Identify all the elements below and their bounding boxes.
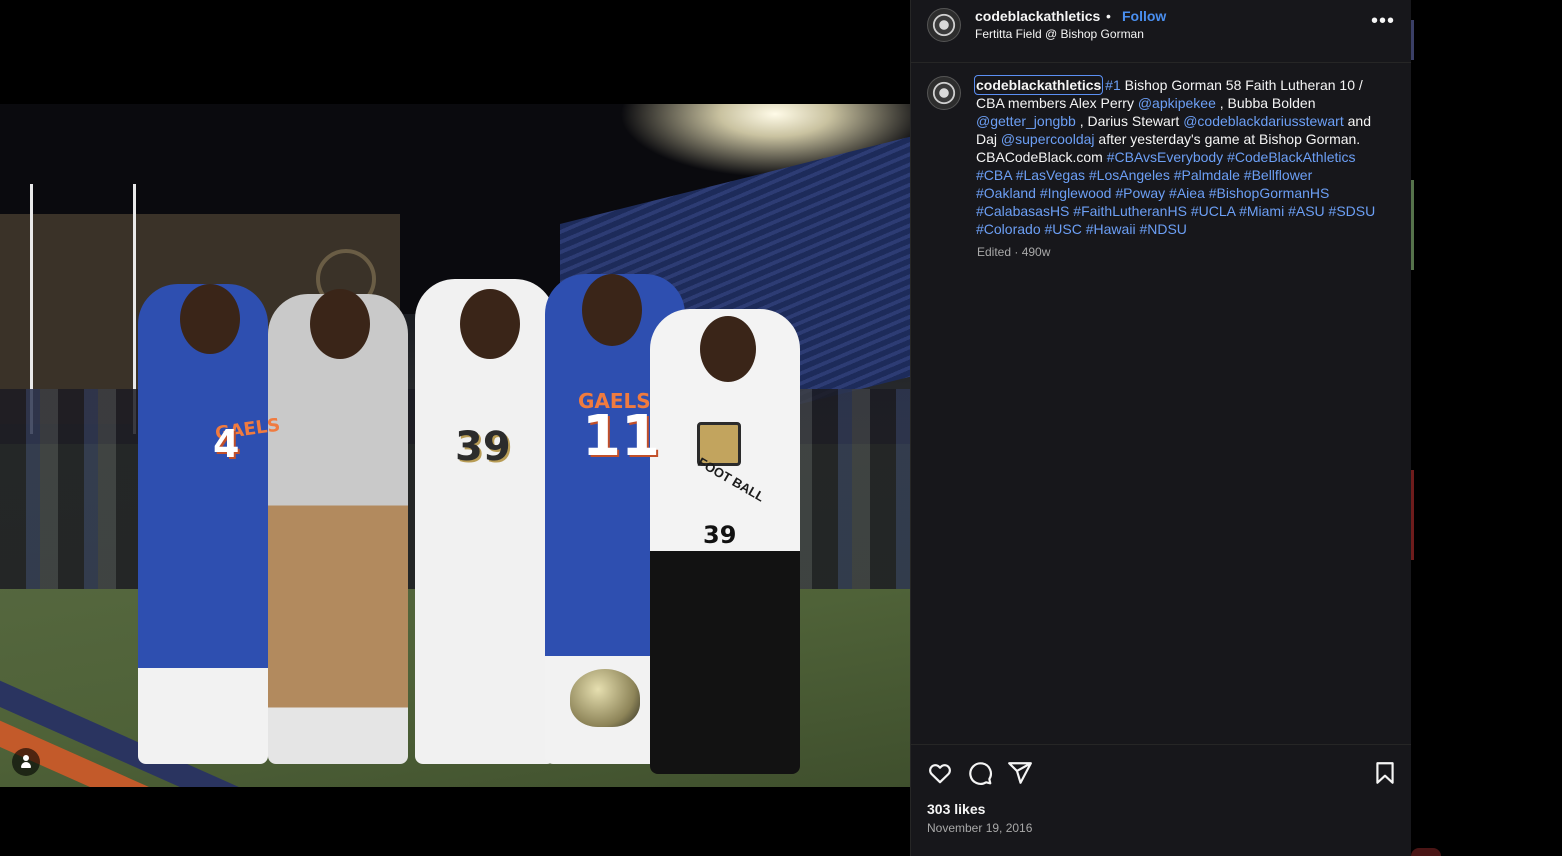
avatar[interactable]	[927, 8, 961, 42]
hashtag-link[interactable]: #Poway	[1115, 185, 1165, 201]
post-side-panel: codeblackathletics • Follow Fertitta Fie…	[910, 0, 1411, 856]
hashtag-link[interactable]: #CBA	[976, 167, 1012, 183]
photo-jersey-number: 39	[455, 424, 511, 470]
comment-button[interactable]	[967, 760, 993, 786]
follow-button[interactable]: Follow	[1122, 8, 1166, 24]
hashtag-link[interactable]: #UCLA	[1191, 203, 1235, 219]
photo-jersey-number: 4	[213, 422, 240, 466]
avatar[interactable]	[927, 76, 961, 110]
save-button[interactable]	[1372, 760, 1398, 786]
like-count[interactable]: 303 likes	[927, 801, 985, 817]
caption-text: , Bubba Bolden	[1215, 95, 1316, 111]
mention-link[interactable]: @apkipekee	[1138, 95, 1216, 111]
hashtag-link[interactable]: #Hawaii	[1086, 221, 1136, 237]
post-date: November 19, 2016	[927, 821, 1033, 835]
hashtag-link[interactable]: #1	[1105, 77, 1121, 93]
post-caption: codeblackathletics #1 Bishop Gorman 58 F…	[973, 75, 1376, 238]
photo-player	[138, 284, 268, 764]
hashtag-link[interactable]: #CalabasasHS	[976, 203, 1069, 219]
photo-head	[180, 284, 240, 354]
hashtag-link[interactable]: #LasVegas	[1016, 167, 1085, 183]
photo-jersey-number: 11	[582, 404, 660, 469]
mention-link[interactable]: @codeblackdariusstewart	[1183, 113, 1344, 129]
bookmark-icon	[1376, 762, 1394, 784]
mention-link[interactable]: @supercooldaj	[1001, 131, 1095, 147]
background-page-edge	[1411, 0, 1562, 856]
photo-head	[700, 316, 756, 382]
hashtag-link[interactable]: #Colorado	[976, 221, 1041, 237]
hashtag-link[interactable]: #NDSU	[1139, 221, 1186, 237]
divider	[911, 62, 1411, 63]
photo-helmet	[570, 669, 640, 727]
hashtag-link[interactable]: #SDSU	[1329, 203, 1376, 219]
heart-icon	[929, 764, 951, 784]
hashtag-link[interactable]: #CBAvsEverybody	[1107, 149, 1223, 165]
hashtag-link[interactable]: #LosAngeles	[1089, 167, 1170, 183]
photo-player	[268, 294, 408, 764]
hashtag-link[interactable]: #USC	[1045, 221, 1082, 237]
hashtag-link[interactable]: #Bellflower	[1244, 167, 1312, 183]
edge-band	[1411, 470, 1414, 560]
post-header: codeblackathletics • Follow Fertitta Fie…	[911, 0, 1411, 62]
post-meta: Edited · 490w	[977, 245, 1051, 259]
post-media: GAELS GAELS 4 11 39 FOOT BALL 39	[0, 0, 910, 856]
share-button[interactable]	[1007, 760, 1033, 786]
hashtag-link[interactable]: #Palmdale	[1174, 167, 1240, 183]
post-photo[interactable]: GAELS GAELS 4 11 39 FOOT BALL 39	[0, 104, 910, 787]
post-location[interactable]: Fertitta Field @ Bishop Gorman	[975, 27, 1144, 41]
photo-head	[460, 289, 520, 359]
separator-dot: •	[1106, 8, 1111, 24]
hashtag-link[interactable]: #CodeBlackAthletics	[1227, 149, 1355, 165]
mention-link[interactable]: @getter_jongbb	[976, 113, 1076, 129]
edge-band	[1411, 180, 1414, 270]
hashtag-link[interactable]: #Oakland	[976, 185, 1036, 201]
user-tag-icon[interactable]	[12, 748, 40, 776]
post-username[interactable]: codeblackathletics	[975, 8, 1100, 24]
share-icon	[1008, 762, 1032, 784]
hashtag-link[interactable]: #FaithLutheranHS	[1073, 203, 1187, 219]
hashtag-link[interactable]: #BishopGormanHS	[1209, 185, 1330, 201]
action-bar: 303 likes November 19, 2016	[911, 744, 1411, 856]
hashtag-link[interactable]: #ASU	[1288, 203, 1325, 219]
hashtag-link[interactable]: #Miami	[1239, 203, 1284, 219]
caption-text: , Darius Stewart	[1075, 113, 1184, 129]
caption-username[interactable]: codeblackathletics	[973, 75, 1104, 95]
hashtag-link[interactable]: #Inglewood	[1040, 185, 1112, 201]
photo-head	[310, 289, 370, 359]
edge-corner	[1411, 848, 1441, 856]
like-button[interactable]	[927, 760, 953, 786]
comment-icon	[969, 762, 992, 785]
photo-head	[582, 274, 642, 346]
more-options-icon[interactable]: •••	[1371, 10, 1395, 33]
photo-hoodie-number: 39	[703, 521, 737, 549]
hashtag-link[interactable]: #Aiea	[1169, 185, 1205, 201]
edge-band	[1411, 20, 1414, 60]
